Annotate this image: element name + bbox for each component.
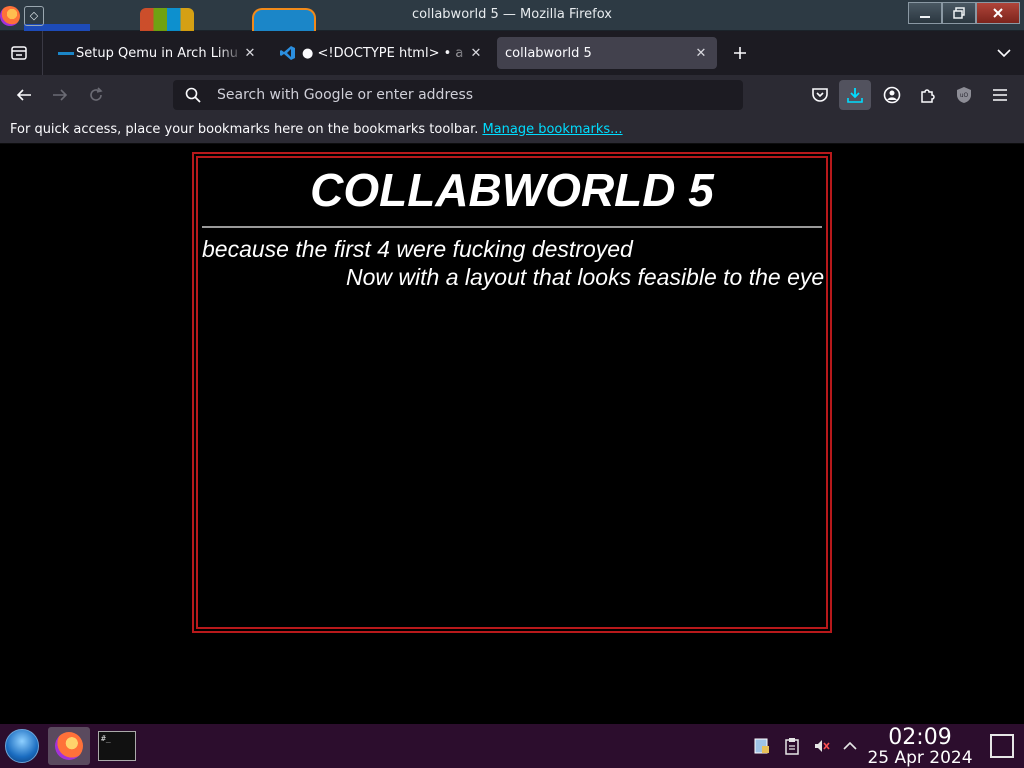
restore-icon bbox=[953, 7, 965, 19]
pocket-button[interactable] bbox=[804, 80, 836, 110]
puzzle-icon bbox=[921, 89, 935, 103]
tab-qemu[interactable]: Setup Qemu in Arch Linu ✕ bbox=[48, 37, 266, 69]
address-bar[interactable] bbox=[173, 80, 743, 110]
bookmarks-hint-text: For quick access, place your bookmarks h… bbox=[10, 121, 479, 137]
download-icon bbox=[847, 88, 863, 103]
volume-muted-icon[interactable] bbox=[812, 736, 832, 756]
new-tab-button[interactable] bbox=[729, 42, 751, 64]
ublock-button[interactable]: uO bbox=[948, 80, 980, 110]
tab-bar: Setup Qemu in Arch Linu ✕ ● <!DOCTYPE ht… bbox=[0, 31, 1024, 75]
plus-icon bbox=[734, 47, 746, 59]
account-button[interactable] bbox=[876, 80, 908, 110]
qemu-icon bbox=[58, 51, 74, 55]
back-button[interactable] bbox=[12, 83, 36, 107]
maximize-button[interactable] bbox=[942, 2, 976, 24]
list-all-tabs-button[interactable] bbox=[993, 42, 1015, 64]
pocket-icon bbox=[812, 88, 828, 102]
window-titlebar[interactable]: ◇ collabworld 5 — Mozilla Firefox bbox=[0, 0, 1024, 31]
start-menu-button[interactable] bbox=[5, 729, 39, 763]
back-arrow-icon bbox=[16, 89, 31, 101]
tray-network-icon[interactable] bbox=[752, 736, 772, 756]
window-title: collabworld 5 — Mozilla Firefox bbox=[412, 7, 612, 22]
close-icon bbox=[993, 8, 1003, 18]
tray-expand-icon[interactable] bbox=[840, 736, 860, 756]
taskbar-firefox[interactable] bbox=[48, 727, 90, 765]
subtitle-line-1: because the first 4 were fucking destroy… bbox=[202, 236, 633, 262]
firefox-icon bbox=[55, 732, 83, 760]
subtitle-line-2: Now with a layout that looks feasible to… bbox=[346, 264, 825, 290]
terminal-icon: #_ bbox=[98, 731, 136, 761]
clipboard-icon[interactable] bbox=[782, 736, 802, 756]
search-icon bbox=[185, 87, 201, 103]
downloads-button[interactable] bbox=[839, 80, 871, 110]
forward-arrow-icon bbox=[53, 89, 68, 101]
reload-button[interactable] bbox=[84, 83, 108, 107]
tab-vscode[interactable]: ● <!DOCTYPE html> • a ✕ bbox=[272, 37, 492, 69]
chevron-down-icon bbox=[997, 49, 1011, 58]
firefox-view-button[interactable] bbox=[8, 42, 30, 64]
extensions-button[interactable] bbox=[912, 80, 944, 110]
taskbar-terminal[interactable]: #_ bbox=[96, 727, 138, 765]
forward-button[interactable] bbox=[48, 83, 72, 107]
page-frame-inner: COLLABWORLD 5 because the first 4 were f… bbox=[196, 156, 828, 629]
tab-title: Setup Qemu in Arch Linu bbox=[76, 45, 239, 61]
clock-date[interactable]: 25 Apr 2024 bbox=[862, 748, 978, 768]
url-input[interactable] bbox=[217, 80, 717, 110]
firefox-view-icon bbox=[11, 46, 27, 60]
show-desktop-button[interactable] bbox=[990, 734, 1014, 758]
close-tab-icon[interactable]: ✕ bbox=[693, 45, 709, 61]
bookmarks-toolbar: For quick access, place your bookmarks h… bbox=[0, 115, 1024, 144]
minimize-button[interactable] bbox=[908, 2, 942, 24]
tab-title: ● <!DOCTYPE html> • a bbox=[302, 45, 464, 61]
tab-collabworld[interactable]: collabworld 5 ✕ bbox=[497, 37, 717, 69]
tab-title: collabworld 5 bbox=[505, 45, 592, 61]
app-menu-button[interactable] bbox=[984, 80, 1016, 110]
tab-separator bbox=[42, 31, 43, 75]
svg-text:uO: uO bbox=[960, 92, 969, 99]
navigation-toolbar: uO bbox=[0, 75, 1024, 115]
manage-bookmarks-link[interactable]: Manage bookmarks... bbox=[482, 122, 622, 137]
vscode-icon bbox=[280, 45, 296, 61]
reload-icon bbox=[90, 87, 103, 101]
page-frame: COLLABWORLD 5 because the first 4 were f… bbox=[192, 152, 832, 633]
ublock-shield-icon: uO bbox=[957, 87, 971, 103]
clock-time[interactable]: 02:09 bbox=[880, 725, 960, 750]
close-tab-icon[interactable]: ✕ bbox=[242, 45, 258, 61]
account-icon bbox=[883, 86, 901, 104]
minimize-icon bbox=[920, 16, 930, 18]
page-content: COLLABWORLD 5 because the first 4 were f… bbox=[0, 145, 1024, 724]
close-tab-icon[interactable]: ✕ bbox=[468, 45, 484, 61]
taskbar: #_ 02:09 25 Apr 2024 bbox=[0, 724, 1024, 768]
close-window-button[interactable] bbox=[976, 2, 1020, 24]
hamburger-menu-icon bbox=[993, 89, 1007, 101]
